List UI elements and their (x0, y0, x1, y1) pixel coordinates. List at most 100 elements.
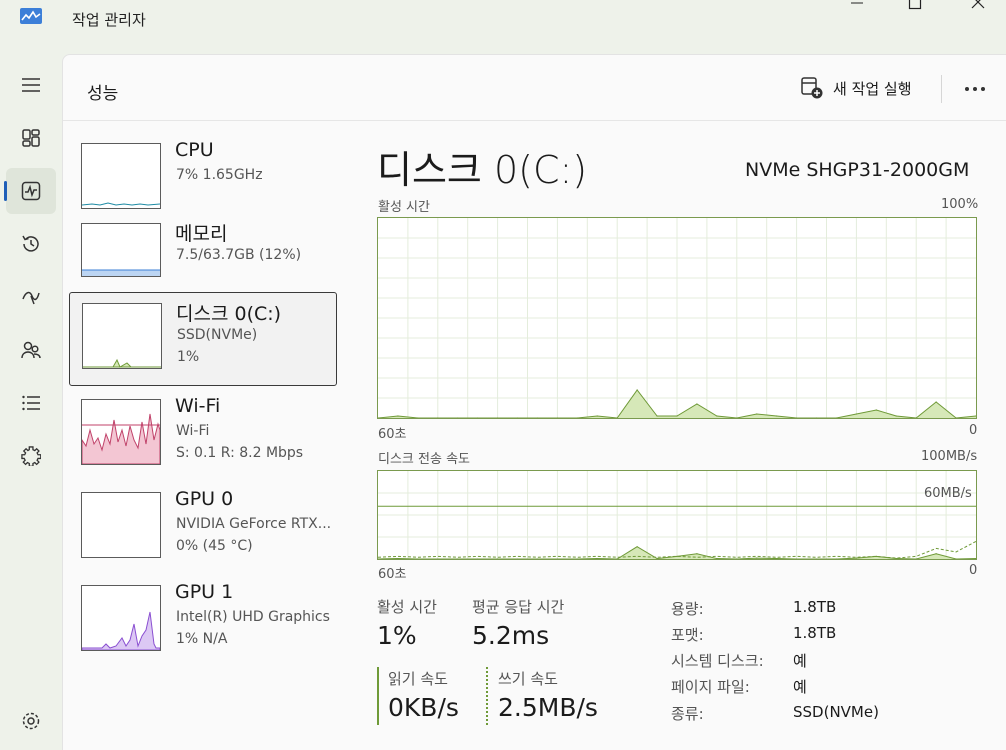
active-time-series-point (696, 403, 698, 405)
nav-menu-button[interactable] (6, 62, 56, 108)
active-time-series-point (676, 415, 678, 417)
read-series-point (477, 558, 479, 559)
graph1-label: 활성 시간 (378, 200, 430, 215)
minimize-button[interactable] (834, 0, 880, 14)
read-series-point (536, 558, 539, 559)
device-usage: 0% (45 °C) (176, 538, 253, 554)
response-time-label: 평균 응답 시간 (472, 598, 565, 616)
task-manager-app-icon (20, 8, 42, 24)
run-task-icon (801, 77, 823, 99)
device-detail: 7.5/63.7GB (12%) (176, 247, 302, 263)
type-label: 종류: (671, 705, 704, 723)
run-task-label: 새 작업 실행 (833, 80, 912, 98)
nav-processes[interactable] (6, 115, 56, 161)
details-icon (22, 395, 40, 411)
hamburger-icon (22, 78, 40, 92)
navigation-rail (0, 54, 62, 750)
settings-icon (22, 712, 40, 730)
response-time-value: 5.2ms (472, 621, 550, 650)
header-divider (941, 75, 942, 103)
read-speed-label: 읽기 속도 (388, 670, 448, 688)
device-name: CPU (175, 139, 214, 161)
close-icon (971, 0, 985, 9)
active-time-series-point (636, 389, 638, 391)
system-disk-value: 예 (793, 652, 807, 670)
more-options-button[interactable] (961, 75, 989, 103)
read-series-point (696, 553, 698, 555)
nav-startup-apps[interactable] (6, 274, 56, 320)
nav-services[interactable] (6, 433, 56, 479)
device-name: GPU 1 (175, 581, 234, 603)
app-history-icon (22, 235, 39, 252)
read-speed-indicator (377, 667, 379, 725)
read-series-point (815, 558, 818, 559)
window-title: 작업 관리자 (72, 11, 146, 29)
active-time-series-point (656, 415, 658, 417)
gpu1-thumbnail-graph (81, 585, 161, 651)
active-time-label: 활성 시간 (377, 598, 437, 616)
minimize-icon (851, 2, 863, 4)
type-value: SSD(NVMe) (793, 703, 879, 721)
capacity-label: 용량: (671, 600, 704, 618)
graph2-max: 100MB/s (921, 449, 978, 464)
device-detail: Wi-Fi (176, 423, 210, 439)
active-time-series-point (756, 413, 758, 415)
graph2-time: 60초 (378, 567, 407, 582)
device-name: 메모리 (175, 223, 228, 245)
read-series-point (935, 553, 937, 555)
device-usage: 1% N/A (176, 631, 228, 647)
gpu0-thumbnail-graph (81, 492, 161, 558)
graph1-time: 60초 (378, 427, 407, 442)
nav-users[interactable] (6, 327, 56, 373)
active-time-series-point (457, 417, 459, 418)
maximize-icon (908, 0, 922, 10)
device-name: Wi-Fi (175, 395, 221, 417)
system-disk-label: 시스템 디스크: (671, 652, 764, 670)
device-item-gpu0[interactable]: GPU 0 NVIDIA GeForce RTX... 0% (45 °C) (69, 482, 337, 576)
device-detail: 7% 1.65GHz (176, 167, 263, 183)
read-series-point (855, 557, 857, 559)
users-icon (21, 341, 41, 359)
read-series-point (417, 558, 419, 559)
graph2-label: 디스크 전송 속도 (378, 452, 470, 467)
nav-settings[interactable] (6, 698, 56, 744)
nav-performance[interactable] (4, 168, 56, 214)
device-item-disk[interactable]: 디스크 0(C:) SSD(NVMe) 1% (69, 292, 337, 386)
nav-app-history[interactable] (6, 221, 56, 267)
device-usage: S: 0.1 R: 8.2 Mbps (176, 445, 304, 461)
main-panel: 성능 새 작업 실행 CPU 7% 1.65GHz 메모리 7.5/63.7GB… (62, 54, 1006, 750)
read-series-point (457, 558, 459, 559)
panel-header: 성능 새 작업 실행 (63, 55, 1006, 121)
device-item-gpu1[interactable]: GPU 1 Intel(R) UHD Graphics 1% N/A (69, 575, 337, 669)
write-speed-indicator (486, 667, 488, 725)
capacity-value: 1.8TB (793, 598, 837, 616)
detail-title: 디스크 0(C:) (377, 148, 588, 192)
active-time-series-point (815, 417, 818, 418)
graph2-min: 0 (969, 563, 978, 578)
disk-model: NVMe SHGP31-2000GM (745, 159, 970, 181)
active-time-series-point (875, 409, 877, 411)
memory-thumbnail-graph (81, 223, 161, 277)
performance-icon (21, 181, 41, 201)
cpu-thumbnail-graph (81, 143, 161, 209)
device-item-wifi[interactable]: Wi-Fi Wi-Fi S: 0.1 R: 8.2 Mbps (69, 389, 337, 483)
transfer-rate-chart-svg (378, 471, 976, 559)
transfer-rate-chart: 60MB/s (377, 470, 977, 560)
read-series-point (516, 558, 519, 559)
active-time-series-point (935, 401, 937, 403)
graph1-max: 100% (941, 197, 979, 212)
device-detail: SSD(NVMe) (177, 327, 258, 343)
nav-details[interactable] (6, 380, 56, 426)
page-file-label: 페이지 파일: (671, 678, 750, 696)
services-icon (21, 446, 41, 466)
active-time-series-point (477, 417, 479, 418)
write-speed-label: 쓰기 속도 (498, 670, 558, 688)
wifi-thumbnail-graph (81, 399, 161, 465)
device-name: GPU 0 (175, 488, 234, 510)
active-time-series-point (516, 417, 519, 418)
read-series-point (576, 558, 578, 559)
close-button[interactable] (955, 0, 1001, 14)
read-speed-value: 0KB/s (388, 693, 459, 722)
maximize-button[interactable] (892, 0, 938, 14)
format-value: 1.8TB (793, 624, 837, 642)
